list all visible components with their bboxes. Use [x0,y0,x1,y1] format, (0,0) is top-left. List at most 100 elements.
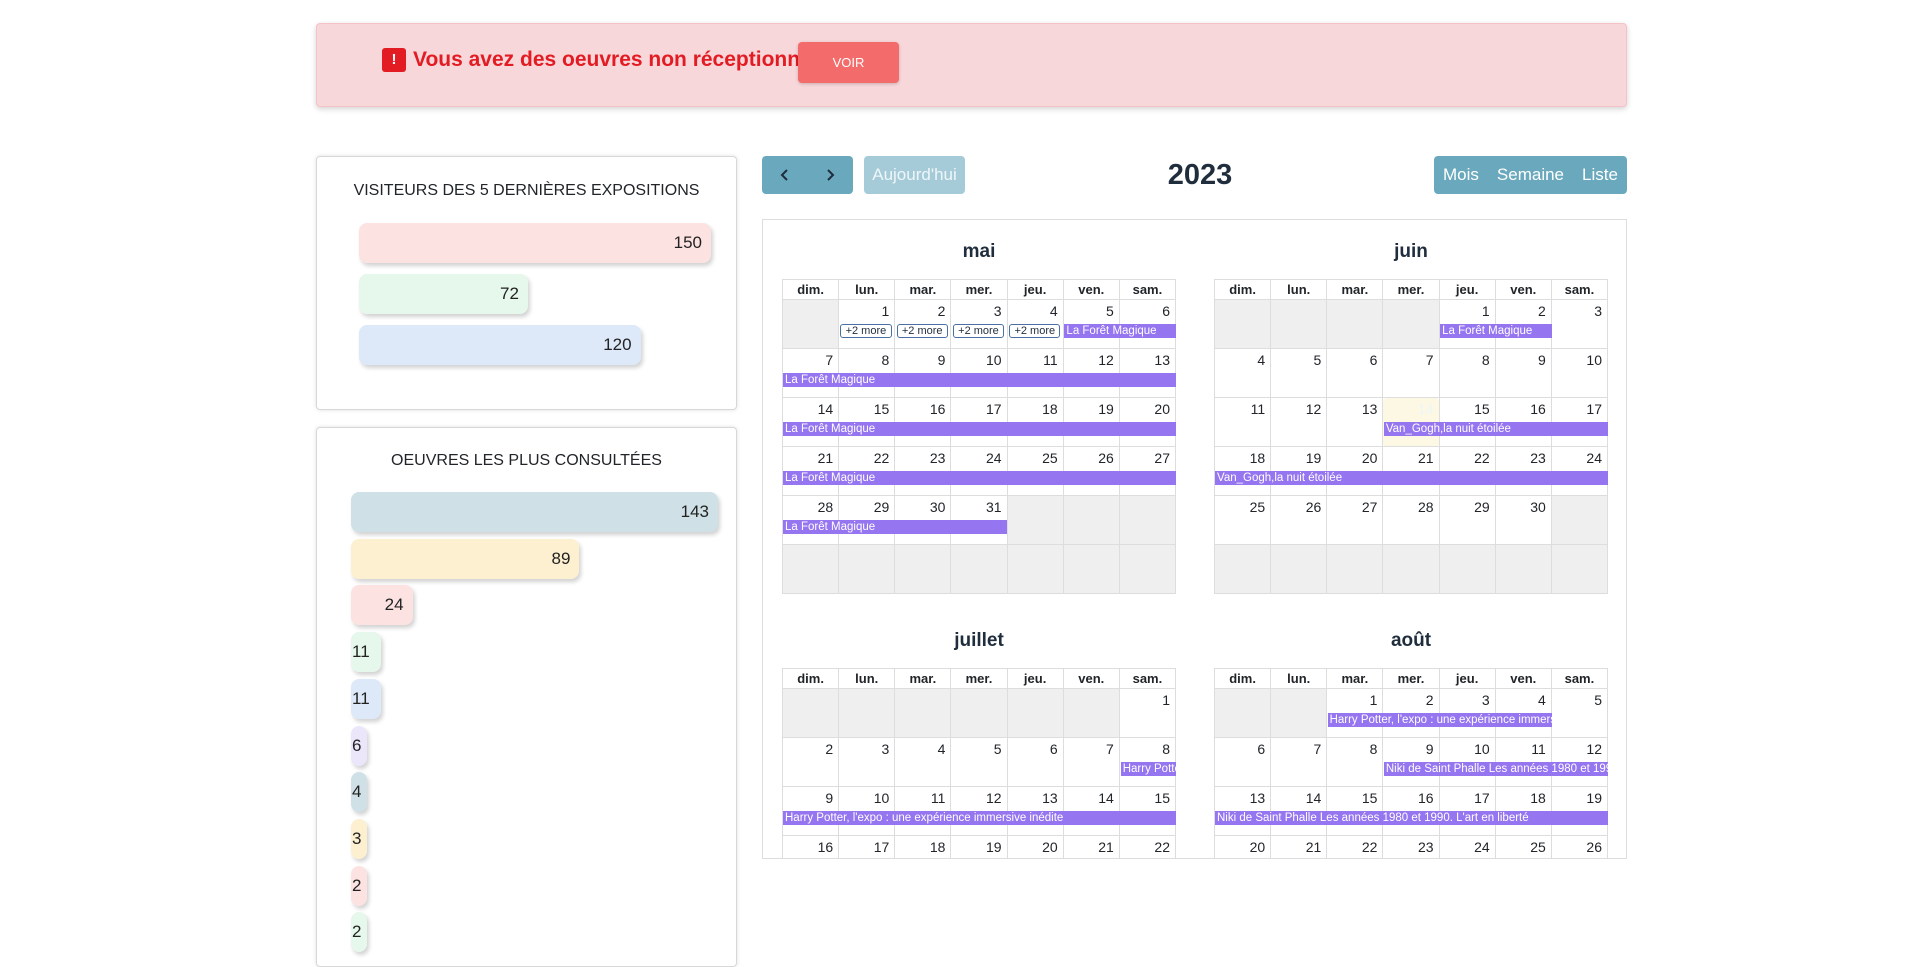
day-cell[interactable]: 8 [1326,737,1384,787]
calendar-event[interactable]: La Forêt Magique [1440,324,1552,338]
empty-day-cell[interactable] [1062,495,1120,545]
day-cell[interactable]: 6 [1006,737,1064,787]
day-cell[interactable]: 5 [950,737,1008,787]
calendar-event[interactable]: La Forêt Magique [783,373,1176,387]
day-cell[interactable]: 4 [894,737,952,787]
view-list-button[interactable]: Liste [1573,156,1627,194]
empty-day-cell[interactable] [950,544,1008,594]
day-cell[interactable]: 28 [1382,495,1440,545]
day-cell[interactable]: 7 [1062,737,1120,787]
day-cell[interactable]: 22 [1118,835,1177,858]
day-cell[interactable]: 20 [1006,835,1064,858]
calendar-event[interactable]: Niki de Saint Phalle Les années 1980 et … [1215,811,1608,825]
weekday-header: jeu. [1438,279,1496,300]
day-cell[interactable]: 25 [1213,495,1272,545]
empty-day-cell[interactable] [1062,544,1120,594]
day-cell[interactable]: 9 [1494,348,1552,398]
empty-day-cell[interactable] [1006,544,1064,594]
empty-day-cell[interactable] [1062,688,1120,738]
empty-day-cell[interactable] [894,688,952,738]
day-cell[interactable]: 22 [1326,835,1384,858]
day-cell[interactable]: 19 [950,835,1008,858]
day-cell[interactable]: 27 [1326,495,1384,545]
day-cell[interactable]: 13 [1326,397,1384,447]
empty-day-cell[interactable] [838,544,896,594]
day-cell[interactable]: 5 [1270,348,1328,398]
day-cell[interactable]: 2 [781,737,840,787]
day-cell[interactable]: 30 [1494,495,1552,545]
day-cell[interactable]: 1 [1118,688,1177,738]
empty-day-cell[interactable] [1270,688,1328,738]
calendar-event[interactable]: La Forêt Magique [1064,324,1176,338]
day-cell[interactable]: 8 [1438,348,1496,398]
day-cell[interactable]: 7 [1382,348,1440,398]
more-events-link[interactable]: +2 more [896,324,948,338]
empty-day-cell[interactable] [1270,299,1328,349]
empty-day-cell[interactable] [1213,688,1272,738]
today-button[interactable]: Aujourd'hui [864,156,965,194]
empty-day-cell[interactable] [781,299,840,349]
empty-day-cell[interactable] [1382,299,1440,349]
day-cell[interactable]: 16 [781,835,840,858]
more-events-link[interactable]: +2 more [952,324,1005,338]
day-cell[interactable]: 24 [1438,835,1496,858]
view-month-button[interactable]: Mois [1434,156,1488,194]
empty-day-cell[interactable] [1550,544,1609,594]
empty-day-cell[interactable] [838,688,896,738]
empty-day-cell[interactable] [1270,544,1328,594]
empty-day-cell[interactable] [1438,544,1496,594]
empty-day-cell[interactable] [1118,495,1177,545]
calendar-event[interactable]: Harry Potter, l'expo : une expérience im… [1120,762,1176,776]
empty-day-cell[interactable] [950,688,1008,738]
calendar-event[interactable]: Harry Potter, l'expo : une expérience im… [1327,713,1552,727]
day-cell[interactable]: 10 [1550,348,1609,398]
empty-day-cell[interactable] [1118,544,1177,594]
voir-button[interactable]: VOIR [798,42,899,83]
empty-day-cell[interactable] [1213,299,1272,349]
day-cell[interactable]: 3 [1550,299,1609,349]
day-cell[interactable]: 6 [1326,348,1384,398]
more-events-link[interactable]: +2 more [1009,324,1061,338]
day-cell[interactable]: 29 [1438,495,1496,545]
empty-day-cell[interactable] [781,544,840,594]
day-cell[interactable]: 21 [1062,835,1120,858]
day-cell[interactable]: 4 [1213,348,1272,398]
empty-day-cell[interactable] [1006,495,1064,545]
empty-day-cell[interactable] [894,544,952,594]
day-cell[interactable]: 7 [1270,737,1328,787]
view-week-button[interactable]: Semaine [1488,156,1573,194]
calendar-event[interactable]: La Forêt Magique [783,471,1176,485]
day-cell[interactable]: 5 [1550,688,1609,738]
day-cell[interactable]: 11 [1213,397,1272,447]
empty-day-cell[interactable] [781,688,840,738]
empty-day-cell[interactable] [1550,495,1609,545]
day-cell[interactable]: 18 [894,835,952,858]
day-cell[interactable]: 20 [1213,835,1272,858]
day-cell[interactable]: 23 [1382,835,1440,858]
oeuvres-card: OEUVRES LES PLUS CONSULTÉES 143 89 24 11 11 6… [316,427,737,967]
calendar-event[interactable]: Van_Gogh,la nuit étoilée [1383,422,1608,436]
day-cell[interactable]: 26 [1270,495,1328,545]
more-events-link[interactable]: +2 more [840,324,892,338]
empty-day-cell[interactable] [1213,544,1272,594]
bar: 4 [351,772,367,813]
next-button[interactable] [807,156,852,194]
empty-day-cell[interactable] [1326,544,1384,594]
calendar-event[interactable]: Harry Potter, l'expo : une expérience im… [783,811,1176,825]
day-cell[interactable]: 26 [1550,835,1609,858]
day-cell[interactable]: 25 [1494,835,1552,858]
calendar-event[interactable]: Van_Gogh,la nuit étoilée [1215,471,1608,485]
calendar-event[interactable]: Niki de Saint Phalle Les années 1980 et … [1383,762,1608,776]
day-cell[interactable]: 12 [1270,397,1328,447]
empty-day-cell[interactable] [1006,688,1064,738]
empty-day-cell[interactable] [1326,299,1384,349]
empty-day-cell[interactable] [1494,544,1552,594]
day-cell[interactable]: 6 [1213,737,1272,787]
day-cell[interactable]: 21 [1270,835,1328,858]
empty-day-cell[interactable] [1382,544,1440,594]
calendar-event[interactable]: La Forêt Magique [783,520,1008,534]
day-cell[interactable]: 3 [838,737,896,787]
prev-button[interactable] [762,156,807,194]
day-cell[interactable]: 17 [838,835,896,858]
calendar-event[interactable]: La Forêt Magique [783,422,1176,436]
